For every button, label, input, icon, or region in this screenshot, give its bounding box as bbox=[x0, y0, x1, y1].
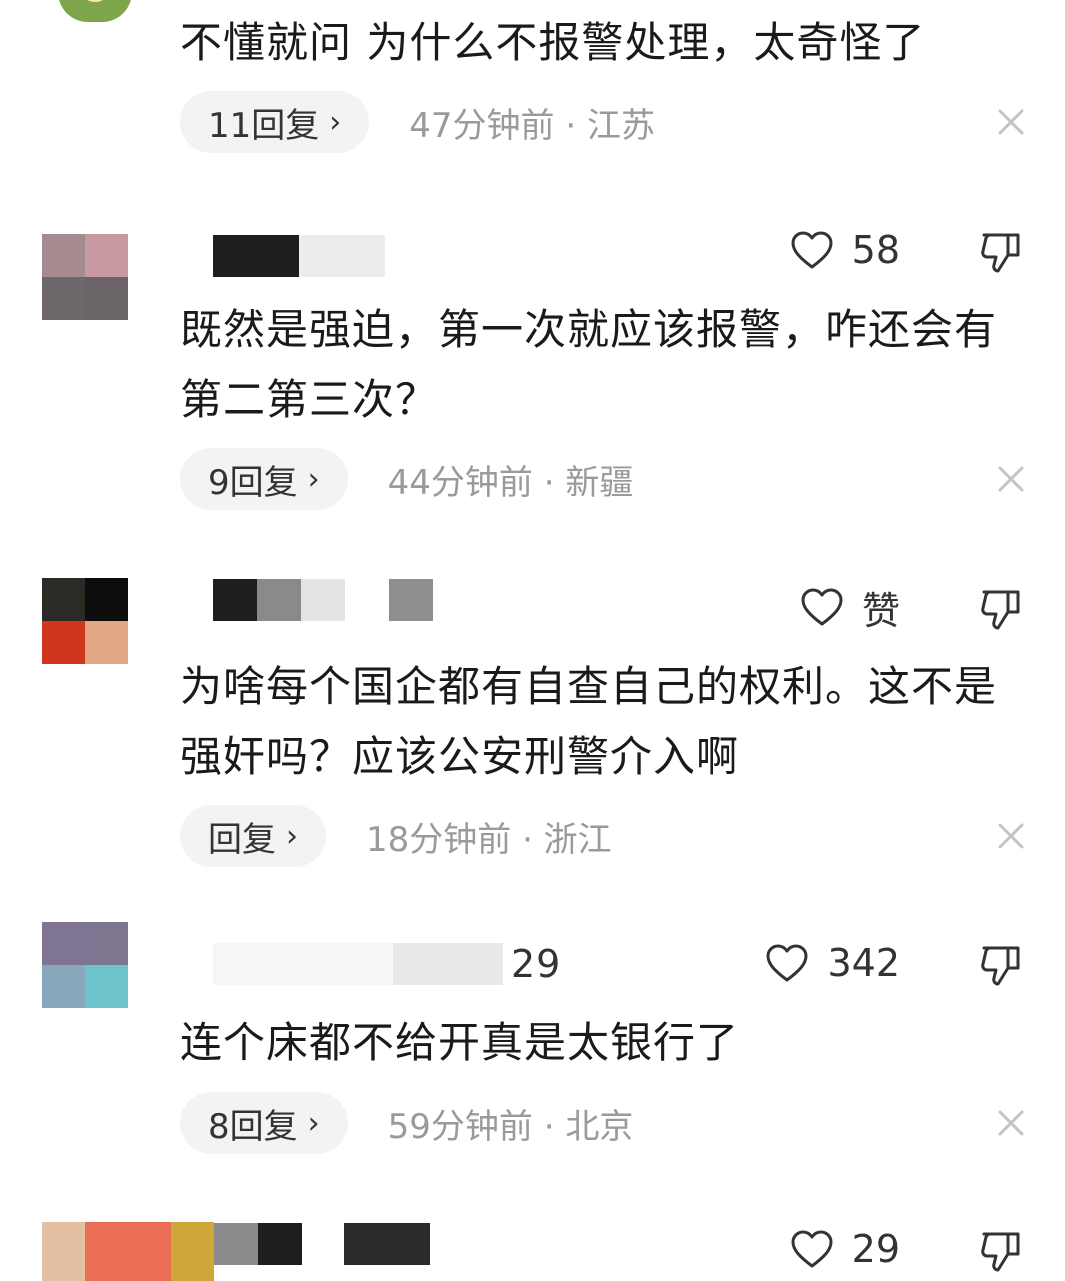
avatar[interactable] bbox=[58, 0, 132, 22]
dislike-button[interactable] bbox=[975, 226, 1027, 278]
dislike-button[interactable] bbox=[975, 583, 1027, 635]
like-button[interactable]: 342 bbox=[765, 937, 900, 989]
reply-count: 回复 bbox=[208, 819, 276, 860]
username-obscured[interactable]: 29 bbox=[213, 942, 561, 986]
avatar[interactable] bbox=[42, 922, 128, 1008]
reply-button[interactable]: 回复 › bbox=[180, 805, 326, 867]
thumbs-down-outline-icon bbox=[981, 233, 1020, 273]
comment-meta: 8回复 › 59分钟前 · 北京 bbox=[180, 1091, 633, 1155]
reply-count: 11回复 bbox=[208, 105, 320, 146]
username-obscured[interactable] bbox=[213, 234, 385, 278]
heart-outline-icon bbox=[791, 1230, 833, 1268]
like-count: 58 bbox=[851, 228, 900, 272]
thumbs-down-outline-icon bbox=[981, 946, 1020, 986]
like-count: 29 bbox=[851, 1227, 900, 1271]
heart-outline-icon bbox=[766, 944, 808, 982]
comment-meta: 11回复 › 47分钟前 · 江苏 bbox=[180, 90, 655, 154]
comment-meta: 回复 › 18分钟前 · 浙江 bbox=[180, 804, 612, 868]
thumbs-down-outline-icon bbox=[981, 590, 1020, 630]
username-obscured[interactable] bbox=[213, 578, 433, 622]
close-icon[interactable] bbox=[994, 462, 1028, 496]
reply-count: 8回复 bbox=[208, 1106, 298, 1147]
dislike-button[interactable] bbox=[975, 1225, 1027, 1277]
chevron-right-icon: › bbox=[307, 461, 320, 497]
heart-outline-icon bbox=[801, 588, 843, 626]
reply-button[interactable]: 8回复 › bbox=[180, 1092, 348, 1154]
comment-text: 既然是强迫，第一次就应该报警，咋还会有第二第三次？ bbox=[180, 305, 998, 424]
like-button[interactable]: 赞 bbox=[800, 581, 900, 633]
like-button[interactable]: 58 bbox=[790, 224, 900, 276]
avatar[interactable] bbox=[42, 578, 128, 664]
like-count: 赞 bbox=[861, 588, 900, 633]
close-icon[interactable] bbox=[994, 105, 1028, 139]
username-obscured[interactable] bbox=[214, 1222, 430, 1266]
like-button[interactable]: 29 bbox=[790, 1223, 900, 1275]
chevron-right-icon: › bbox=[329, 104, 342, 140]
close-icon[interactable] bbox=[994, 819, 1028, 853]
avatar[interactable] bbox=[42, 1222, 214, 1281]
comment-text: 不懂就问 为什么不报警处理，太奇怪了 bbox=[180, 18, 926, 67]
chevron-right-icon: › bbox=[307, 1105, 320, 1141]
chevron-right-icon: › bbox=[286, 818, 298, 854]
username-tail: 29 bbox=[511, 942, 562, 986]
avatar[interactable] bbox=[42, 234, 128, 320]
reply-button[interactable]: 11回复 › bbox=[180, 91, 370, 153]
comment-time-location: 18分钟前 · 浙江 bbox=[366, 819, 612, 860]
comment-text: 为啥每个国企都有自查自己的权利。这不是强奸吗？应该公安刑警介入啊 bbox=[180, 662, 998, 781]
comment-time-location: 44分钟前 · 新疆 bbox=[387, 462, 634, 503]
heart-outline-icon bbox=[791, 231, 833, 269]
comment-text: 连个床都不给开真是太银行了 bbox=[180, 1018, 740, 1067]
close-icon[interactable] bbox=[994, 1106, 1028, 1140]
thumbs-down-outline-icon bbox=[981, 1232, 1020, 1272]
dislike-button[interactable] bbox=[975, 939, 1027, 991]
comment-time-location: 47分钟前 · 江苏 bbox=[409, 105, 655, 146]
comment-meta: 9回复 › 44分钟前 · 新疆 bbox=[180, 447, 633, 511]
comment-time-location: 59分钟前 · 北京 bbox=[387, 1106, 634, 1147]
reply-button[interactable]: 9回复 › bbox=[180, 448, 348, 510]
reply-count: 9回复 bbox=[208, 462, 298, 503]
like-count: 342 bbox=[827, 941, 900, 985]
